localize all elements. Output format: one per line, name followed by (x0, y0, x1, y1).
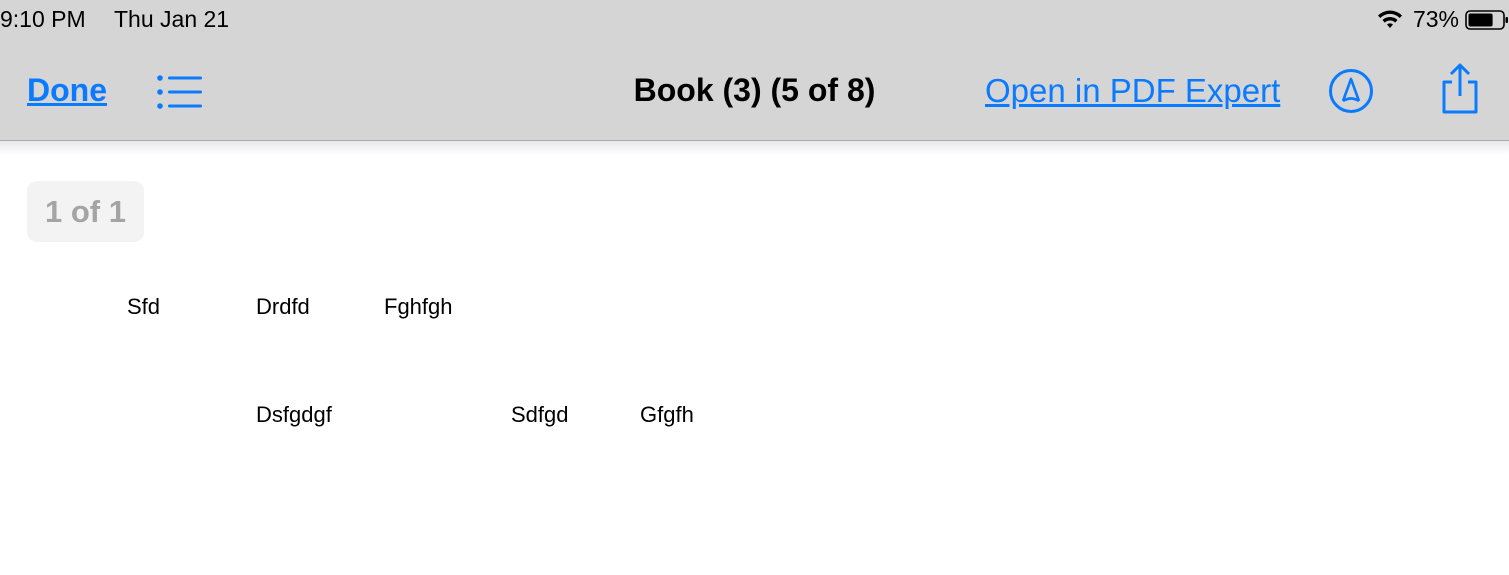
table-cell: Drdfd (256, 294, 310, 319)
navigation-bar: Done Book (3) (5 of 8) Open in PDF Exper… (0, 40, 1509, 141)
table-cell: Dsfgdgf (256, 402, 332, 427)
share-icon[interactable] (1438, 62, 1482, 116)
page-indicator: 1 of 1 (27, 181, 144, 242)
table-cell: Gfgfh (640, 402, 694, 427)
table-cell: Sdfgd (511, 402, 569, 427)
list-icon[interactable] (156, 74, 204, 110)
toolbar-shadow (0, 141, 1509, 155)
status-time: 9:10 PM (0, 6, 86, 32)
open-in-pdf-expert-link[interactable]: Open in PDF Expert (985, 72, 1280, 110)
table-cell: Sfd (127, 294, 161, 319)
status-bar: 9:10 PM Thu Jan 21 73% (0, 0, 1509, 40)
battery-icon (1465, 9, 1508, 30)
status-date: Thu Jan 21 (114, 6, 230, 32)
markup-icon[interactable] (1328, 68, 1374, 114)
wifi-icon (1377, 10, 1402, 28)
done-button[interactable]: Done (27, 72, 107, 109)
status-right: 73% (1377, 6, 1509, 33)
table-cell: Fghfgh (384, 294, 453, 319)
document-title: Book (3) (5 of 8) (633, 72, 876, 108)
battery-percent: 73% (1412, 6, 1459, 32)
